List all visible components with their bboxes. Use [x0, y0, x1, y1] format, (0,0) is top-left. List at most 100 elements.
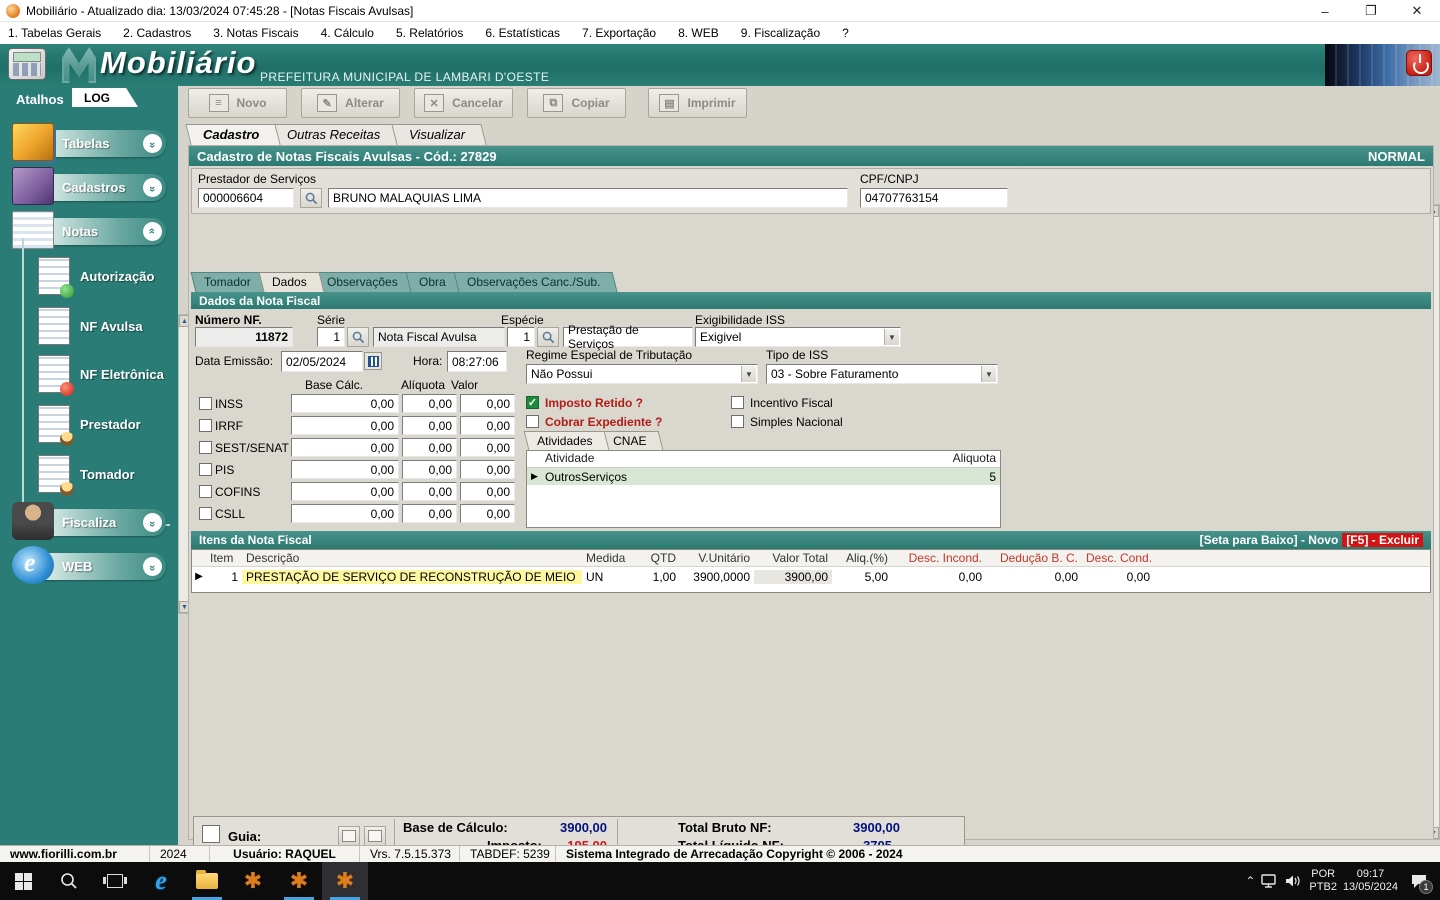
sidebar-tab-log[interactable]: LOG: [72, 88, 138, 107]
especie-search-button[interactable]: [537, 327, 559, 347]
menu-calculo[interactable]: 4. Cálculo: [321, 26, 374, 40]
chevron-down-icon[interactable]: ▼: [741, 366, 756, 382]
sidebar-group-fiscaliza[interactable]: Fiscaliza »: [12, 502, 166, 540]
cofins-valor-field[interactable]: 0,00: [460, 482, 515, 501]
especie-field[interactable]: 1: [507, 327, 535, 347]
preview-guia-button[interactable]: [338, 826, 360, 846]
tab-cnae[interactable]: CNAE: [600, 431, 665, 450]
notification-center-button[interactable]: 1: [1404, 862, 1434, 900]
tab-observacoes-canc-sub[interactable]: Observações Canc./Sub.: [453, 272, 618, 292]
hora-field[interactable]: 08:27:06: [447, 351, 507, 372]
sidebar-item-prestador[interactable]: Prestador: [38, 402, 172, 446]
menu-web[interactable]: 8. WEB: [678, 26, 719, 40]
prestador-search-button[interactable]: [300, 188, 322, 208]
sidebar-group-web[interactable]: WEB »: [12, 546, 166, 584]
alterar-button[interactable]: ✎ Alterar: [301, 88, 400, 118]
chevron-down-icon[interactable]: »: [143, 513, 162, 532]
imprimir-button[interactable]: ▤ Imprimir: [648, 88, 747, 118]
inss-aliq-field[interactable]: 0,00: [402, 394, 457, 413]
taskbar-search-button[interactable]: [46, 862, 92, 900]
menu-exportacao[interactable]: 7. Exportação: [582, 26, 656, 40]
tab-outras-receitas[interactable]: Outras Receitas: [269, 124, 403, 145]
minimize-button[interactable]: –: [1302, 0, 1348, 22]
exigibilidade-select[interactable]: Exigivel ▼: [695, 327, 901, 347]
restore-button[interactable]: ❐: [1348, 0, 1394, 22]
print-guia-button[interactable]: [364, 826, 386, 846]
tab-visualizar[interactable]: Visualizar: [390, 124, 487, 145]
tab-observacoes[interactable]: Observações: [313, 272, 416, 292]
guia-checkbox[interactable]: [202, 825, 220, 843]
csll-aliq-field[interactable]: 0,00: [402, 504, 457, 523]
chevron-down-icon[interactable]: »: [143, 178, 162, 197]
menu-relatorios[interactable]: 5. Relatórios: [396, 26, 463, 40]
sidebar-group-cadastros[interactable]: Cadastros »: [12, 167, 166, 205]
sest-senat-valor-field[interactable]: 0,00: [460, 438, 515, 457]
app1-button[interactable]: ✱: [230, 862, 276, 900]
chevron-down-icon[interactable]: »: [143, 134, 162, 153]
csll-valor-field[interactable]: 0,00: [460, 504, 515, 523]
copiar-button[interactable]: ⧉ Copiar: [527, 88, 626, 118]
inss-valor-field[interactable]: 0,00: [460, 394, 515, 413]
csll-checkbox[interactable]: [199, 507, 212, 520]
app2-button[interactable]: ✱: [276, 862, 322, 900]
numero-nf-field[interactable]: 11872: [195, 327, 293, 347]
pis-checkbox[interactable]: [199, 463, 212, 476]
clock[interactable]: 09:17 13/05/2024: [1343, 868, 1398, 894]
menu-cadastros[interactable]: 2. Cadastros: [123, 26, 191, 40]
internet-explorer-button[interactable]: e: [138, 862, 184, 900]
tab-cadastro[interactable]: Cadastro: [185, 124, 281, 145]
tab-atividades[interactable]: Atividades: [523, 431, 610, 450]
sest-senat-base-field[interactable]: 0,00: [291, 438, 399, 457]
inss-base-field[interactable]: 0,00: [291, 394, 399, 413]
network-icon[interactable]: [1261, 874, 1279, 888]
sidebar-item-autorizacao[interactable]: Autorização: [38, 254, 172, 298]
imposto-retido-checkbox[interactable]: ✓: [526, 396, 539, 409]
atividade-row[interactable]: ▶ OutrosServiços 5: [527, 468, 1000, 485]
irrf-base-field[interactable]: 0,00: [291, 416, 399, 435]
app3-button[interactable]: ✱: [322, 862, 368, 900]
file-explorer-button[interactable]: [184, 862, 230, 900]
sest-senat-aliq-field[interactable]: 0,00: [402, 438, 457, 457]
sidebar-item-tomador[interactable]: Tomador: [38, 452, 172, 496]
sidebar-item-nf-eletronica[interactable]: NF Eletrônica: [38, 352, 172, 396]
tray-expand-icon[interactable]: ⌃: [1245, 874, 1255, 888]
data-emissao-field[interactable]: 02/05/2024: [281, 351, 363, 372]
serie-field[interactable]: 1: [317, 327, 345, 347]
csll-base-field[interactable]: 0,00: [291, 504, 399, 523]
task-view-button[interactable]: [92, 862, 138, 900]
irrf-aliq-field[interactable]: 0,00: [402, 416, 457, 435]
close-button[interactable]: ✕: [1394, 0, 1440, 22]
language-indicator[interactable]: POR PTB2: [1309, 868, 1337, 894]
tab-dados[interactable]: Dados: [258, 272, 324, 292]
cancelar-button[interactable]: ✕ Cancelar: [414, 88, 513, 118]
cobrar-expediente-checkbox[interactable]: [526, 415, 539, 428]
sidebar-tab-atalhos[interactable]: Atalhos: [16, 92, 64, 107]
chevron-down-icon[interactable]: ▼: [884, 329, 899, 345]
menu-tabelas-gerais[interactable]: 1. Tabelas Gerais: [8, 26, 101, 40]
tab-tomador[interactable]: Tomador: [190, 272, 269, 292]
simples-nacional-checkbox[interactable]: [731, 415, 744, 428]
menu-notas-fiscais[interactable]: 3. Notas Fiscais: [213, 26, 298, 40]
novo-button[interactable]: ≡ Novo: [188, 88, 287, 118]
menu-fiscalizacao[interactable]: 9. Fiscalização: [741, 26, 820, 40]
inss-checkbox[interactable]: [199, 397, 212, 410]
sidebar-item-nf-avulsa[interactable]: NF Avulsa: [38, 304, 172, 348]
item-row[interactable]: ▶ 1 PRESTAÇÃO DE SERVIÇO DE RECONSTRUÇÃO…: [192, 567, 1430, 586]
menu-estatisticas[interactable]: 6. Estatísticas: [485, 26, 560, 40]
irrf-valor-field[interactable]: 0,00: [460, 416, 515, 435]
prestador-name-field[interactable]: BRUNO MALAQUIAS LIMA: [328, 188, 848, 208]
pis-valor-field[interactable]: 0,00: [460, 460, 515, 479]
pis-base-field[interactable]: 0,00: [291, 460, 399, 479]
chevron-down-icon[interactable]: ▼: [981, 366, 996, 382]
sest-senat-checkbox[interactable]: [199, 441, 212, 454]
power-icon[interactable]: [1406, 50, 1432, 76]
regime-select[interactable]: Não Possui ▼: [526, 364, 758, 384]
cpf-field[interactable]: 04707763154: [860, 188, 1008, 208]
calendar-button[interactable]: [364, 352, 382, 370]
incentivo-fiscal-checkbox[interactable]: [731, 396, 744, 409]
start-button[interactable]: [0, 862, 46, 900]
irrf-checkbox[interactable]: [199, 419, 212, 432]
cofins-aliq-field[interactable]: 0,00: [402, 482, 457, 501]
cofins-checkbox[interactable]: [199, 485, 212, 498]
cofins-base-field[interactable]: 0,00: [291, 482, 399, 501]
